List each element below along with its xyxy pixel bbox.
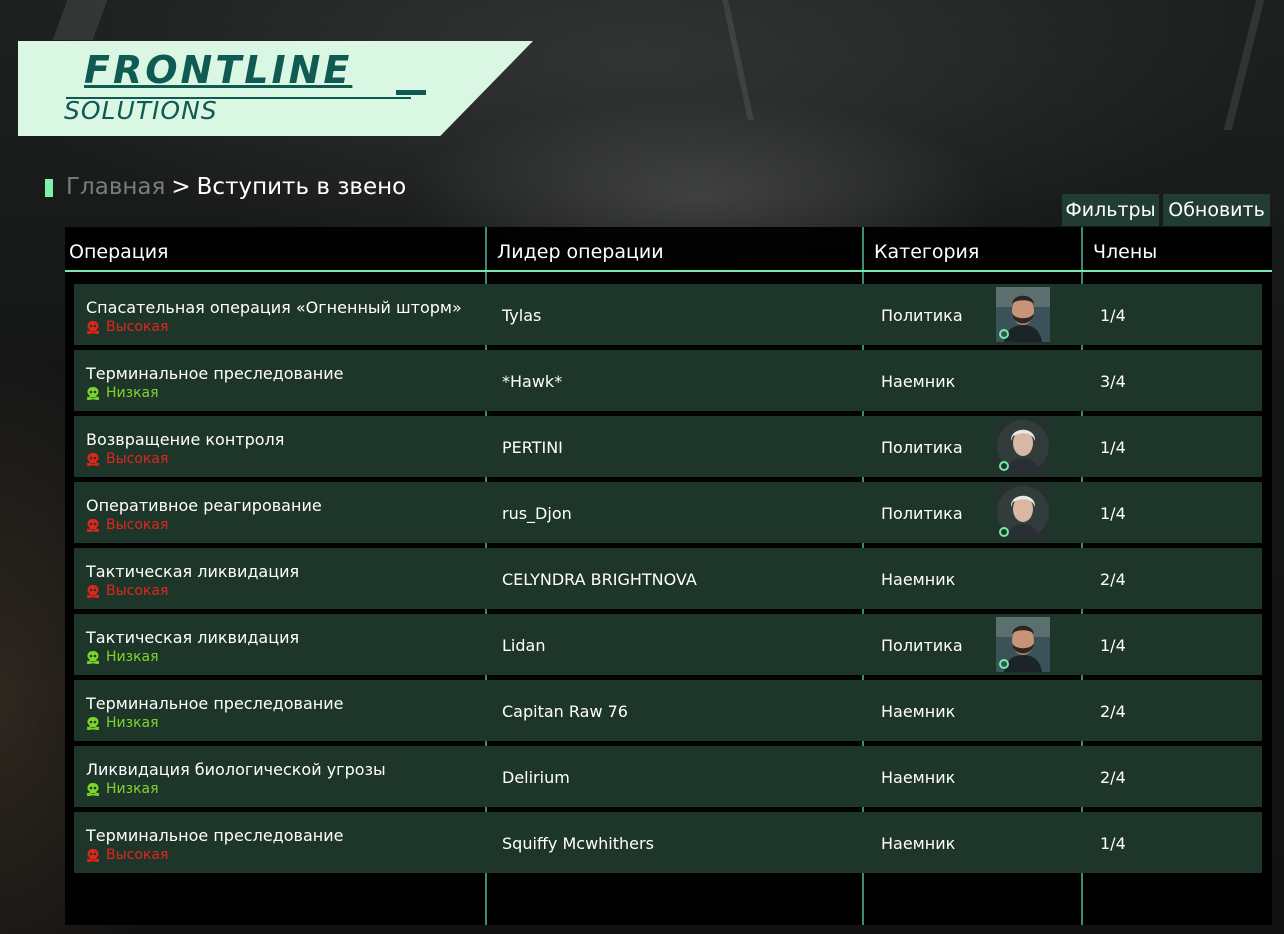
background-beam bbox=[1223, 0, 1265, 130]
breadcrumb-marker bbox=[45, 179, 53, 197]
threat-level: Высокая bbox=[86, 319, 168, 335]
leader-name: PERTINI bbox=[502, 438, 563, 457]
breadcrumb-separator: > bbox=[171, 174, 191, 200]
threat-level: Высокая bbox=[86, 517, 168, 533]
threat-level: Высокая bbox=[86, 583, 168, 599]
table-row[interactable]: Спасательная операция «Огненный шторм» Вы… bbox=[74, 284, 1262, 345]
members-count: 3/4 bbox=[1100, 372, 1126, 391]
background-beam bbox=[52, 0, 108, 40]
header-operation[interactable]: Операция bbox=[69, 241, 168, 263]
table-row[interactable]: Тактическая ликвидация Высокая CELYNDRA BR… bbox=[74, 548, 1262, 609]
background-beam bbox=[722, 0, 754, 120]
header-leader[interactable]: Лидер операции bbox=[497, 241, 664, 263]
table-body: Спасательная операция «Огненный шторм» Вы… bbox=[74, 284, 1262, 878]
members-count: 1/4 bbox=[1100, 636, 1126, 655]
table-row[interactable]: Оперативное реагирование Высокая rus_Djon П… bbox=[74, 482, 1262, 543]
threat-skull-icon bbox=[86, 650, 100, 664]
members-count: 2/4 bbox=[1100, 702, 1126, 721]
leader-name: Tylas bbox=[502, 306, 542, 325]
filters-button[interactable]: Фильтры bbox=[1062, 194, 1159, 226]
leader-name: *Hawk* bbox=[502, 372, 563, 391]
category-label: Политика bbox=[881, 438, 963, 457]
threat-skull-icon bbox=[86, 584, 100, 598]
logo-title: FRONTLINE bbox=[84, 48, 353, 92]
threat-level: Низкая bbox=[86, 781, 159, 797]
table-row[interactable]: Тактическая ликвидация Низкая Lidan Политик… bbox=[74, 614, 1262, 675]
leader-name: Squiffy Mcwhithers bbox=[502, 834, 654, 853]
threat-skull-icon bbox=[86, 320, 100, 334]
operation-name: Тактическая ликвидация bbox=[86, 628, 300, 647]
leader-avatar-icon bbox=[996, 287, 1050, 342]
leader-avatar-icon bbox=[996, 485, 1050, 540]
table-row[interactable]: Терминальное преследование Высокая Squiffy… bbox=[74, 812, 1262, 873]
threat-skull-icon bbox=[86, 518, 100, 532]
threat-level: Низкая bbox=[86, 715, 159, 731]
members-count: 1/4 bbox=[1100, 834, 1126, 853]
threat-skull-icon bbox=[86, 452, 100, 466]
threat-level: Высокая bbox=[86, 451, 168, 467]
threat-label: Низкая bbox=[106, 781, 159, 797]
category-label: Политика bbox=[881, 504, 963, 523]
header-category[interactable]: Категория bbox=[874, 241, 979, 263]
breadcrumb-home-link[interactable]: Главная bbox=[66, 174, 165, 200]
operation-name: Терминальное преследование bbox=[86, 826, 344, 845]
breadcrumb: Главная > Вступить в звено bbox=[66, 174, 406, 200]
category-label: Наемник bbox=[881, 768, 956, 787]
table-row[interactable]: Терминальное преследование Низкая Capitan … bbox=[74, 680, 1262, 741]
threat-level: Низкая bbox=[86, 649, 159, 665]
members-count: 2/4 bbox=[1100, 570, 1126, 589]
operation-name: Спасательная операция «Огненный шторм» bbox=[86, 298, 462, 317]
category-label: Наемник bbox=[881, 570, 956, 589]
table-row[interactable]: Возвращение контроля Высокая PERTINI Полити… bbox=[74, 416, 1262, 477]
threat-skull-icon bbox=[86, 848, 100, 862]
members-count: 1/4 bbox=[1100, 438, 1126, 457]
threat-label: Высокая bbox=[106, 319, 169, 335]
threat-label: Высокая bbox=[106, 517, 169, 533]
refresh-button[interactable]: Обновить bbox=[1163, 194, 1270, 226]
operations-table: Операция Лидер операции Категория Члены … bbox=[65, 227, 1272, 925]
category-label: Политика bbox=[881, 306, 963, 325]
header-divider bbox=[65, 270, 1272, 272]
header-members[interactable]: Члены bbox=[1093, 241, 1157, 263]
breadcrumb-current: Вступить в звено bbox=[196, 174, 407, 200]
threat-level: Низкая bbox=[86, 385, 159, 401]
threat-label: Высокая bbox=[106, 451, 169, 467]
threat-label: Низкая bbox=[106, 649, 159, 665]
leader-name: Capitan Raw 76 bbox=[502, 702, 628, 721]
threat-label: Низкая bbox=[106, 715, 159, 731]
threat-label: Низкая bbox=[106, 385, 159, 401]
leader-avatar-icon bbox=[996, 617, 1050, 672]
threat-label: Высокая bbox=[106, 847, 169, 863]
members-count: 1/4 bbox=[1100, 306, 1126, 325]
leader-avatar-icon bbox=[996, 419, 1050, 474]
operation-name: Терминальное преследование bbox=[86, 694, 344, 713]
table-header: Операция Лидер операции Категория Члены bbox=[65, 227, 1272, 271]
operation-name: Ликвидация биологической угрозы bbox=[86, 760, 386, 779]
table-row[interactable]: Терминальное преследование Низкая *Hawk* На… bbox=[74, 350, 1262, 411]
operation-name: Возвращение контроля bbox=[86, 430, 285, 449]
category-label: Наемник bbox=[881, 702, 956, 721]
logo-subtitle: SOLUTIONS bbox=[64, 96, 218, 125]
category-label: Политика bbox=[881, 636, 963, 655]
threat-label: Высокая bbox=[106, 583, 169, 599]
operation-name: Тактическая ликвидация bbox=[86, 562, 300, 581]
category-label: Наемник bbox=[881, 372, 956, 391]
table-row[interactable]: Ликвидация биологической угрозы Низкая Del… bbox=[74, 746, 1262, 807]
category-label: Наемник bbox=[881, 834, 956, 853]
leader-name: Delirium bbox=[502, 768, 570, 787]
operation-name: Оперативное реагирование bbox=[86, 496, 322, 515]
threat-skull-icon bbox=[86, 716, 100, 730]
threat-skull-icon bbox=[86, 782, 100, 796]
leader-name: Lidan bbox=[502, 636, 546, 655]
threat-skull-icon bbox=[86, 386, 100, 400]
members-count: 2/4 bbox=[1100, 768, 1126, 787]
members-count: 1/4 bbox=[1100, 504, 1126, 523]
threat-level: Высокая bbox=[86, 847, 168, 863]
leader-name: rus_Djon bbox=[502, 504, 572, 523]
logo-dash bbox=[396, 90, 426, 95]
leader-name: CELYNDRA BRIGHTNOVA bbox=[502, 570, 697, 589]
operation-name: Терминальное преследование bbox=[86, 364, 344, 383]
